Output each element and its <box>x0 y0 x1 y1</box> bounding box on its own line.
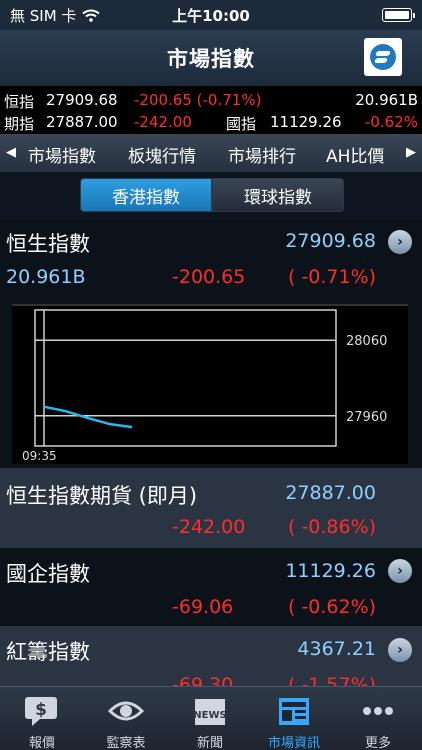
ticker-label: 期指 <box>4 115 35 133</box>
ticker-label: 國指 <box>226 115 257 133</box>
ticker-value: 27887.00 <box>46 113 118 131</box>
wifi-icon <box>82 9 101 22</box>
svg-text:NEWS: NEWS <box>193 710 226 721</box>
tab-label: 監察表 <box>106 736 146 750</box>
segment-hk-index[interactable]: 香港指數 <box>80 178 212 212</box>
index-value: 11129.26 <box>285 560 376 582</box>
tab-ah-compare[interactable]: AH比價 <box>326 142 384 167</box>
ticker-change: -200.65 (-0.71%) <box>134 91 262 109</box>
svg-text:$: $ <box>35 700 47 720</box>
chevron-right-icon[interactable]: › <box>388 638 412 662</box>
tab-sector[interactable]: 板塊行情 <box>128 142 196 167</box>
index-name: 國企指數 <box>6 562 90 586</box>
index-name: 紅籌指數 <box>6 640 90 664</box>
tab-market-index[interactable]: 市場指數 <box>28 142 96 167</box>
index-name: 恒生指數期貨 (即月) <box>6 484 198 508</box>
tab-quote[interactable]: $ 報價 <box>0 687 84 750</box>
ticker-change: -0.62% <box>364 113 418 131</box>
index-change: -69.30 <box>172 674 234 686</box>
index-row-hsi[interactable]: 恒生指數 27909.68 › 20.961B -200.65 ( -0.71%… <box>0 220 422 468</box>
tab-watchlist[interactable]: 監察表 <box>84 687 168 750</box>
ticker-value: 11129.26 <box>270 113 342 131</box>
index-turnover: 20.961B <box>6 266 86 288</box>
category-tabs: ◀ 市場指數 板塊行情 市場排行 AH比價 ▶ <box>0 134 422 172</box>
brand-logo-button[interactable] <box>364 38 402 76</box>
segment-global-index[interactable]: 環球指數 <box>212 178 344 212</box>
x-tick-label: 09:35 <box>22 449 57 463</box>
ticker-turnover: 20.961B <box>355 91 418 109</box>
index-change-pct: ( -1.57%) <box>288 674 377 686</box>
index-value: 4367.21 <box>297 638 376 660</box>
ticker-row: 期指 27887.00 -242.00 國指 11129.26 -0.62% <box>0 111 422 133</box>
more-dots-icon <box>363 707 393 715</box>
intraday-chart[interactable]: 28060 27960 09:35 <box>12 304 408 464</box>
tab-label: 市場資訊 <box>267 736 320 750</box>
market-info-icon <box>279 698 309 725</box>
news-icon: NEWS <box>193 699 227 725</box>
ticker-change: -242.00 <box>134 113 192 131</box>
tab-market-info[interactable]: 市場資訊 <box>252 687 336 750</box>
price-line <box>43 405 133 429</box>
index-change-pct: ( -0.71%) <box>288 266 377 288</box>
carrier-label: 無 SIM 卡 <box>10 6 77 25</box>
brand-logo-icon <box>370 44 396 70</box>
ticker-row: 恒指 27909.68 -200.65 (-0.71%) 20.961B <box>0 89 422 111</box>
index-change-pct: ( -0.62%) <box>288 596 377 618</box>
index-value: 27887.00 <box>285 482 376 504</box>
chevron-right-icon[interactable]: ▶ <box>400 145 422 160</box>
index-change-pct: ( -0.86%) <box>288 516 377 538</box>
tab-label: 更多 <box>364 736 391 750</box>
index-row-hsi-futures[interactable]: 恒生指數期貨 (即月) 27887.00 -242.00 ( -0.86%) <box>0 468 422 548</box>
y-tick-label: 28060 <box>346 334 387 349</box>
index-value: 27909.68 <box>285 230 376 252</box>
nav-bar: 市場指數 <box>0 30 422 86</box>
battery-icon <box>382 8 415 22</box>
tab-label: 報價 <box>28 736 55 750</box>
ticker-value: 27909.68 <box>46 91 118 109</box>
index-change: -242.00 <box>172 516 246 538</box>
index-ticker: 恒指 27909.68 -200.65 (-0.71%) 20.961B 期指 … <box>0 86 422 134</box>
status-bar: 無 SIM 卡 上午10:00 <box>0 0 422 30</box>
chevron-right-icon[interactable]: › <box>388 230 412 254</box>
chevron-right-icon[interactable]: › <box>388 559 412 583</box>
tab-label: 新聞 <box>196 736 223 750</box>
eye-icon <box>108 701 144 721</box>
index-row-redchip[interactable]: 紅籌指數 4367.21 › -69.30 ( -1.57%) <box>0 626 422 686</box>
quote-bubble-icon: $ <box>25 697 57 726</box>
status-left: 無 SIM 卡 <box>10 5 101 26</box>
ticker-label: 恒指 <box>4 93 35 111</box>
segment-control: 香港指數 環球指數 <box>0 172 422 220</box>
y-tick-label: 27960 <box>346 410 387 425</box>
chart-svg: 28060 27960 09:35 <box>22 309 387 463</box>
bottom-tab-bar: $ 報價 監察表 NEWS 新聞 市場資訊 更多 <box>0 686 422 750</box>
tab-ranking[interactable]: 市場排行 <box>228 142 296 167</box>
index-change: -69.06 <box>172 596 234 618</box>
index-row-hscei[interactable]: 國企指數 11129.26 › -69.06 ( -0.62%) <box>0 548 422 626</box>
tab-more[interactable]: 更多 <box>336 687 420 750</box>
page-title: 市場指數 <box>167 47 255 71</box>
index-change: -200.65 <box>172 266 246 288</box>
index-name: 恒生指數 <box>6 232 90 256</box>
chevron-left-icon[interactable]: ◀ <box>0 145 22 160</box>
chart-frame <box>34 309 337 447</box>
tab-news[interactable]: NEWS 新聞 <box>168 687 252 750</box>
